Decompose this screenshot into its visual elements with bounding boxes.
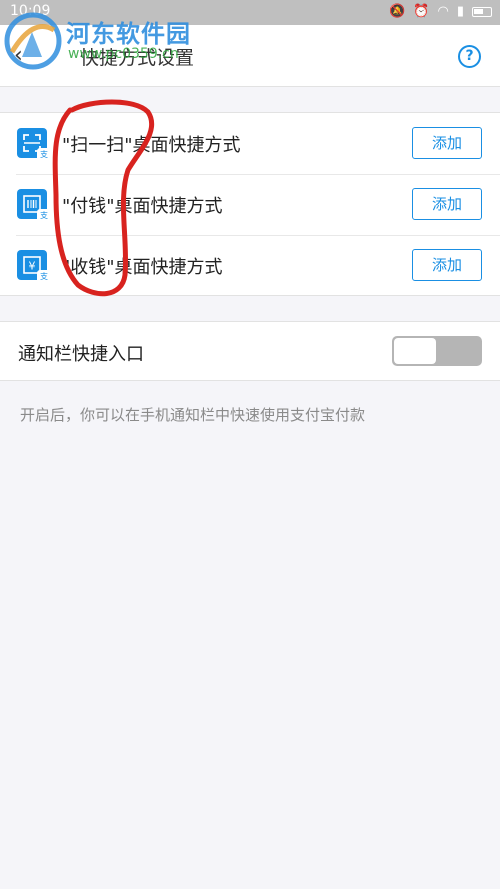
shortcut-label: "付钱"桌面快捷方式 [62, 196, 223, 217]
status-time: 10:09 [10, 3, 51, 19]
status-icons: 🔕 ⏰ ◠ ▮ [389, 4, 492, 20]
mute-icon: 🔕 [389, 4, 406, 19]
alipay-badge-icon: 支 [37, 270, 51, 284]
shortcut-label: "收钱"桌面快捷方式 [62, 257, 223, 278]
signal-icon: ▮ [456, 4, 464, 19]
shortcut-row-scan: 支 "扫一扫"桌面快捷方式 添加 [0, 113, 500, 174]
alarm-icon: ⏰ [413, 4, 430, 19]
shortcut-row-collect: ¥ 支 "收钱"桌面快捷方式 添加 [0, 235, 500, 296]
notification-hint: 开启后，你可以在手机通知栏中快速使用支付宝付款 [20, 406, 366, 424]
notification-label: 通知栏快捷入口 [18, 344, 144, 365]
shortcut-list: 支 "扫一扫"桌面快捷方式 添加 支 "付钱"桌面快捷方式 添加 ¥ 支 "收钱… [0, 112, 500, 296]
page-title: 快捷方式设置 [80, 47, 195, 69]
scan-icon: 支 [17, 128, 51, 162]
add-scan-shortcut-button[interactable]: 添加 [412, 127, 482, 159]
notification-shortcut-row: 通知栏快捷入口 [0, 321, 500, 381]
alipay-badge-icon: 支 [37, 209, 51, 223]
add-pay-shortcut-button[interactable]: 添加 [412, 188, 482, 220]
wifi-icon: ◠ [437, 4, 449, 19]
toggle-knob [394, 338, 436, 364]
yuan-icon: ¥ 支 [17, 250, 51, 284]
battery-icon [472, 7, 492, 17]
shortcut-label: "扫一扫"桌面快捷方式 [62, 135, 241, 156]
shortcut-row-pay: 支 "付钱"桌面快捷方式 添加 [0, 174, 500, 235]
alipay-badge-icon: 支 [37, 148, 51, 162]
barcode-icon: 支 [17, 189, 51, 223]
status-bar: 10:09 🔕 ⏰ ◠ ▮ [0, 0, 500, 25]
back-arrow-icon[interactable]: ‹ [14, 43, 23, 68]
help-button[interactable]: ? [458, 45, 481, 68]
add-collect-shortcut-button[interactable]: 添加 [412, 249, 482, 281]
notification-toggle[interactable] [392, 336, 482, 366]
svg-text:¥: ¥ [29, 260, 36, 273]
nav-bar: ‹ 快捷方式设置 ? [0, 25, 500, 87]
